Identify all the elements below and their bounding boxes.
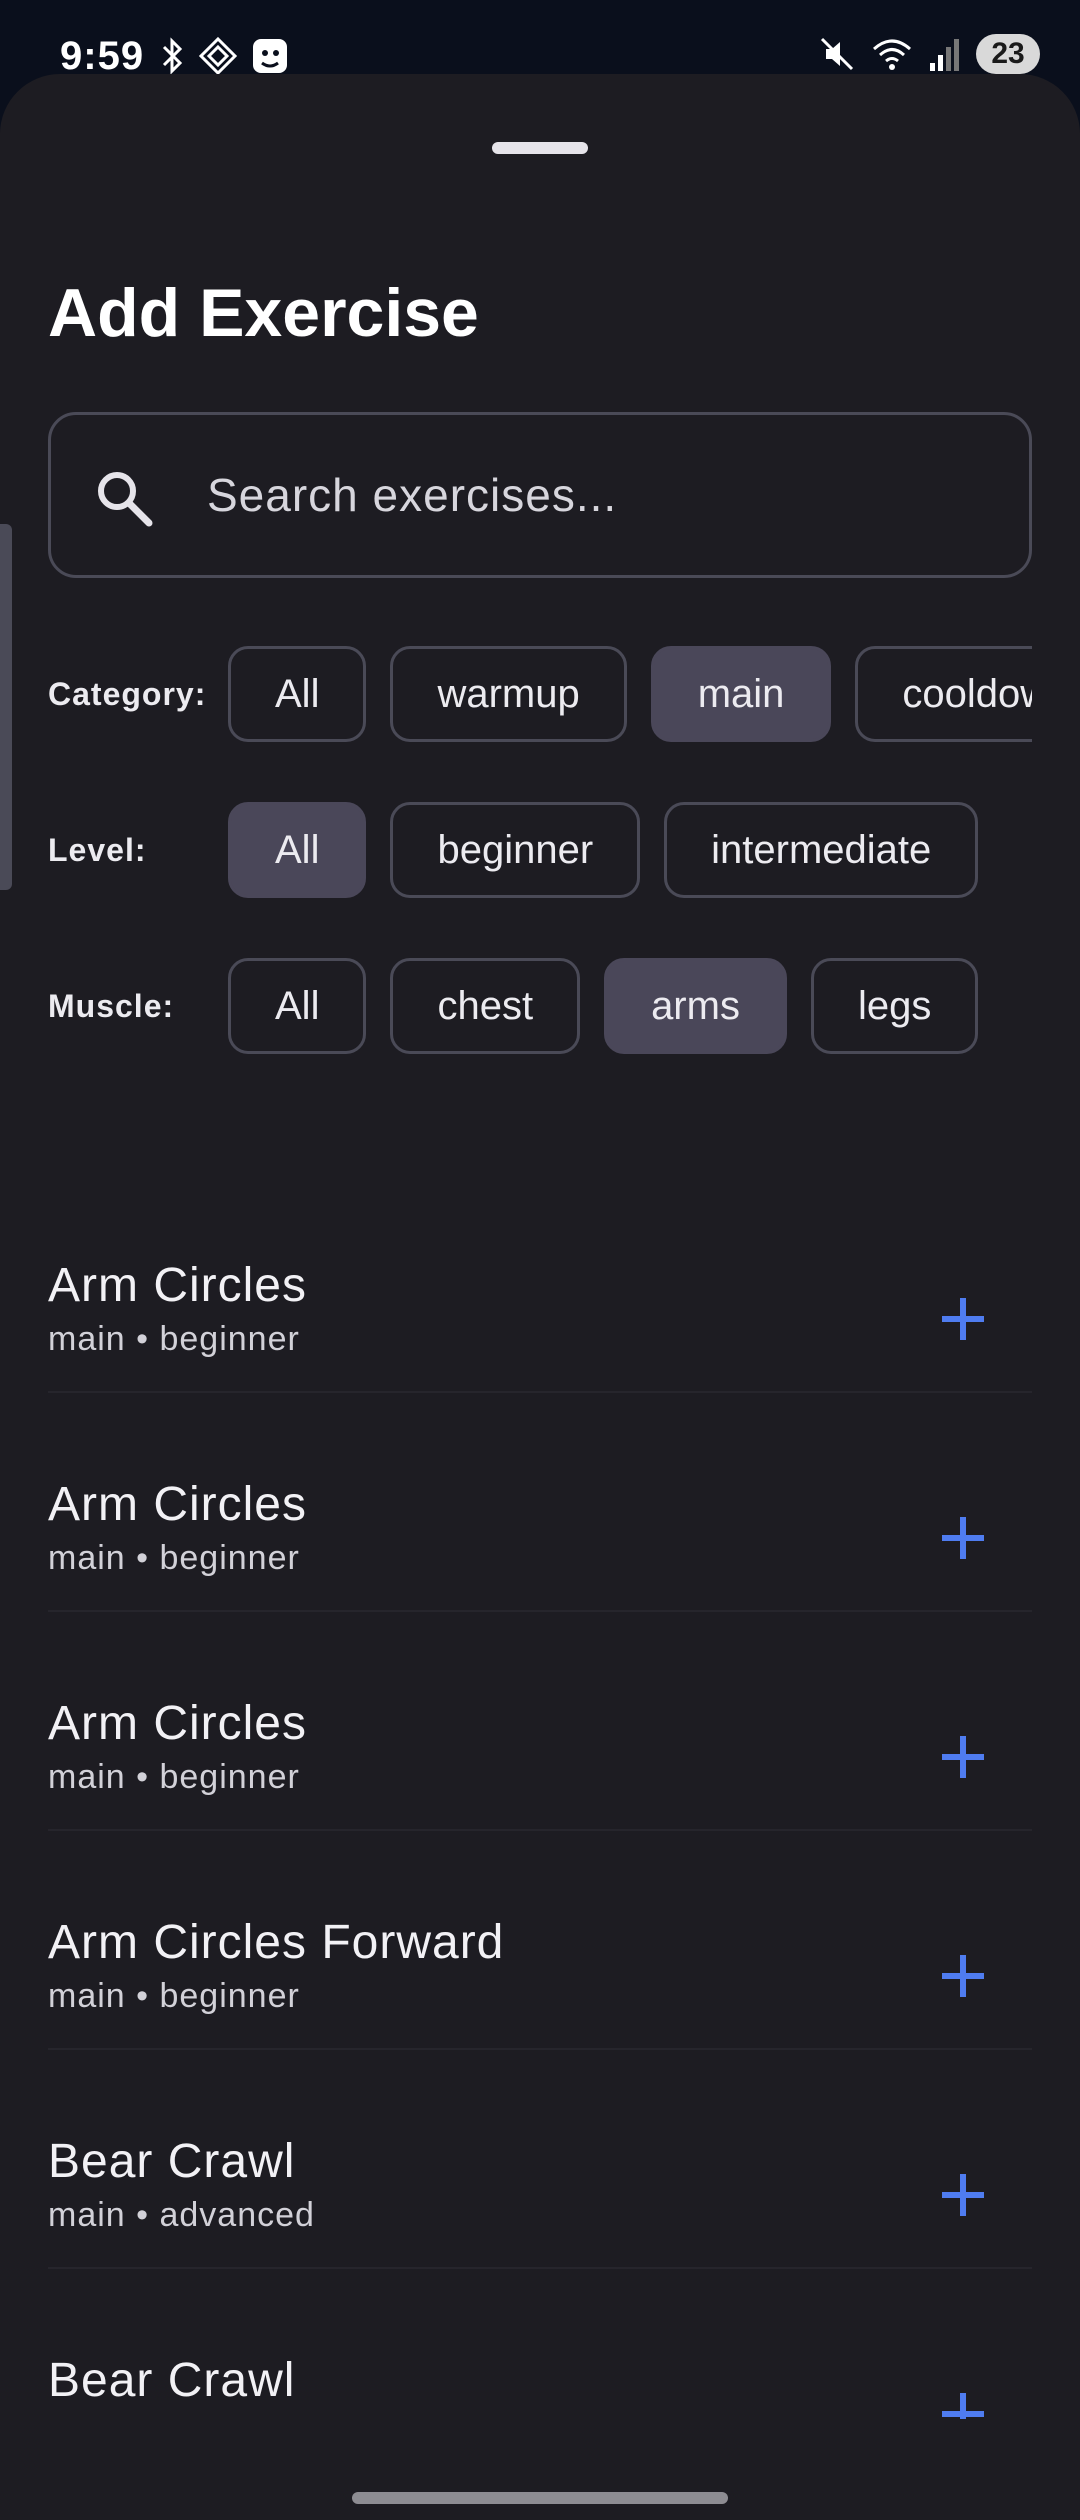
search-icon — [98, 472, 153, 527]
plus-icon — [942, 1955, 984, 1997]
mute-icon — [820, 37, 854, 71]
exercise-meta: main • beginner — [48, 1758, 300, 1796]
signal-icon — [930, 39, 959, 71]
add-exercise-button[interactable] — [930, 1943, 996, 2009]
battery-badge: 23 — [976, 34, 1040, 74]
exercise-list-item[interactable]: Arm Circles main • beginner — [48, 1393, 1032, 1612]
plus-icon — [942, 2174, 984, 2216]
exercise-meta: main • advanced — [48, 2196, 315, 2234]
plus-icon — [942, 1736, 984, 1778]
exercise-list-item[interactable]: Bear Crawl main • advanced — [48, 2050, 1032, 2269]
muscle-chip-arms[interactable]: arms — [604, 958, 787, 1054]
exercise-list-item[interactable]: Arm Circles main • beginner — [48, 1612, 1032, 1831]
category-filter-row: Category: All warmup main cooldown — [48, 646, 1032, 742]
muscle-filter-row: Muscle: All chest arms legs — [48, 958, 1032, 1054]
face-app-icon — [253, 39, 287, 73]
muscle-chip-legs[interactable]: legs — [810, 958, 979, 1054]
muscle-filter-label: Muscle: — [48, 988, 175, 1024]
category-chip-all[interactable]: All — [228, 646, 367, 742]
add-exercise-button[interactable] — [930, 1286, 996, 1352]
level-chip-beginner[interactable]: beginner — [390, 802, 641, 898]
home-indicator[interactable] — [352, 2492, 728, 2504]
level-chip-intermediate[interactable]: intermediate — [664, 802, 979, 898]
edge-handle[interactable] — [0, 524, 12, 890]
bluetooth-icon — [162, 37, 183, 75]
plus-icon — [942, 1517, 984, 1559]
exercise-name: Bear Crawl — [48, 2354, 296, 2407]
diamond-app-icon — [198, 36, 238, 76]
status-left-icons — [160, 36, 290, 76]
exercise-list-item[interactable]: Arm Circles Forward main • beginner — [48, 1831, 1032, 2050]
category-chip-main[interactable]: main — [650, 646, 832, 742]
muscle-chips: All chest arms legs — [228, 958, 979, 1054]
exercise-name: Arm Circles Forward — [48, 1916, 505, 1969]
exercise-name: Arm Circles — [48, 1697, 307, 1750]
exercise-name: Arm Circles — [48, 1259, 307, 1312]
wifi-icon — [873, 39, 911, 70]
level-filter-row: Level: All beginner intermediate — [48, 802, 1032, 898]
exercise-meta: main • beginner — [48, 1977, 300, 2015]
category-chip-cooldown[interactable]: cooldown — [855, 646, 1032, 742]
level-chips: All beginner intermediate — [228, 802, 979, 898]
search-input[interactable] — [205, 455, 985, 535]
exercise-name: Bear Crawl — [48, 2135, 296, 2188]
exercise-list-item[interactable]: Arm Circles main • beginner — [48, 1174, 1032, 1393]
plus-icon — [942, 2393, 984, 2419]
exercise-meta: main • beginner — [48, 1539, 300, 1577]
exercise-meta: main • beginner — [48, 1320, 300, 1358]
status-time: 9:59 — [60, 34, 145, 78]
add-exercise-button[interactable] — [930, 1505, 996, 1571]
status-right-icons: 23 — [818, 34, 1040, 74]
exercise-list: Arm Circles main • beginner Arm Circles … — [48, 1174, 1032, 2419]
category-chips: All warmup main cooldown — [228, 646, 1032, 742]
search-box[interactable] — [48, 412, 1032, 578]
add-exercise-button[interactable] — [930, 2162, 996, 2228]
muscle-chip-all[interactable]: All — [228, 958, 367, 1054]
category-chip-warmup[interactable]: warmup — [390, 646, 627, 742]
category-filter-label: Category: — [48, 676, 207, 712]
level-filter-label: Level: — [48, 832, 147, 868]
add-exercise-button[interactable] — [930, 2381, 996, 2419]
sheet-title: Add Exercise — [48, 275, 479, 351]
add-exercise-sheet: Add Exercise Category: All warmup main c… — [0, 74, 1080, 2520]
level-chip-all[interactable]: All — [228, 802, 367, 898]
muscle-chip-chest[interactable]: chest — [390, 958, 581, 1054]
exercise-name: Arm Circles — [48, 1478, 307, 1531]
plus-icon — [942, 1298, 984, 1340]
drag-handle[interactable] — [492, 142, 588, 154]
add-exercise-button[interactable] — [930, 1724, 996, 1790]
exercise-list-item[interactable]: Bear Crawl — [48, 2269, 1032, 2419]
